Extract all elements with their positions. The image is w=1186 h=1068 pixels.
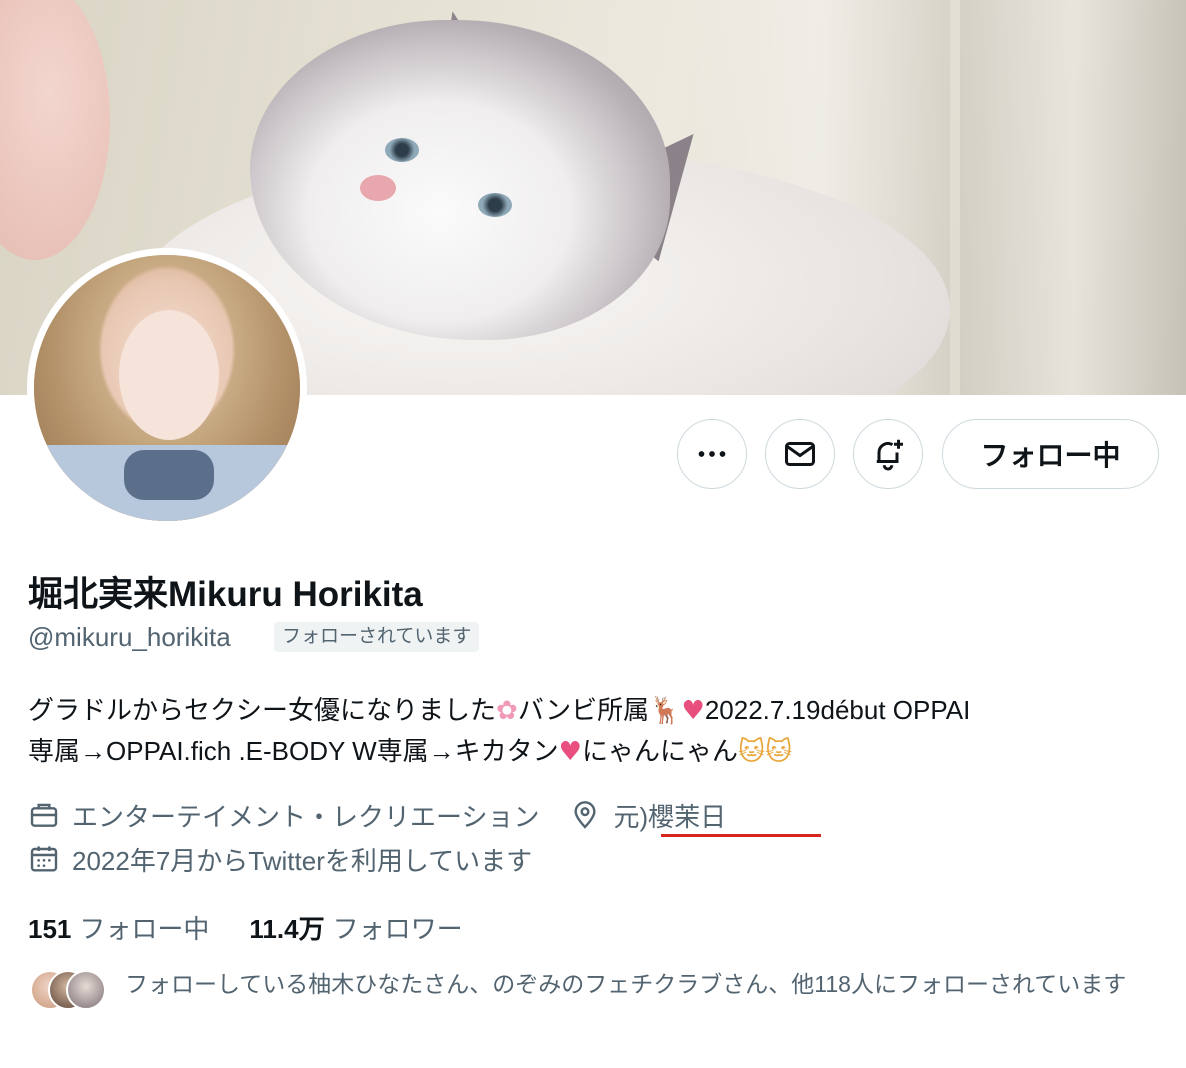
more-button[interactable]	[677, 419, 747, 489]
profile-meta-row: エンターテイメント・レクリエーション 元)櫻茉日	[28, 797, 726, 833]
banner-cat-eye	[478, 193, 512, 217]
follows-you-badge: フォローされています	[274, 622, 480, 652]
following-count: 151	[28, 914, 72, 944]
followers-stat[interactable]: 11.4万 フォロワー	[249, 909, 462, 946]
bio-line: 専属→OPPAI.fich .E-BODY W専属→キカタン♥にゃんにゃん🐱🐱	[28, 731, 1158, 772]
bell-plus-icon	[876, 439, 903, 471]
profile-category: エンターテイメント・レクリエーション	[72, 801, 540, 832]
notify-button[interactable]	[853, 419, 923, 489]
profile-location: 元)櫻茉日	[613, 801, 727, 832]
calendar-icon	[30, 846, 58, 872]
bio-text: 専属→OPPAI.fich .E-BODY W専属→キカタン	[28, 736, 559, 766]
more-horizontal-icon	[698, 451, 726, 457]
bio-line: グラドルからセクシー女優になりました✿バンビ所属🦌♥2022.7.19début…	[28, 690, 1158, 731]
banner-curtain-fold	[960, 0, 1186, 395]
follow-stats: 151 フォロー中 11.4万 フォロワー	[28, 909, 463, 946]
avatar[interactable]	[34, 255, 300, 521]
deer-icon: 🦌	[649, 696, 682, 726]
display-name: 堀北実来Mikuru Horikita	[28, 575, 423, 614]
cat-face-icon: 🐱	[737, 737, 766, 767]
mutual-avatar	[66, 970, 106, 1010]
handle: @mikuru_horikita	[28, 622, 231, 652]
profile-meta-row: 2022年7月からTwitterを利用しています	[28, 841, 532, 877]
following-button[interactable]: フォロー中	[942, 419, 1159, 489]
profile-joined-date: 2022年7月からTwitterを利用しています	[72, 845, 533, 876]
banner-cat-eye	[385, 138, 419, 162]
envelope-icon	[785, 442, 815, 466]
bio: グラドルからセクシー女優になりました✿バンビ所属🦌♥2022.7.19début…	[28, 690, 1158, 772]
annotation-underline	[661, 834, 821, 837]
mutuals-text: フォローしている柚木ひなたさん、のぞみのフェチクラブさん、他118人にフォローさ…	[125, 971, 1127, 997]
banner-arm	[0, 0, 110, 260]
following-label: フォロー中	[79, 914, 210, 944]
following-stat[interactable]: 151 フォロー中	[28, 909, 209, 946]
followers-label: フォロワー	[332, 914, 463, 944]
followers-count: 11.4万	[249, 914, 325, 944]
avatar-bow	[124, 450, 214, 500]
bio-text: 2022.7.19début OPPAI	[704, 695, 971, 725]
message-button[interactable]	[765, 419, 835, 489]
briefcase-icon	[30, 803, 58, 827]
heart-icon: ♥	[681, 696, 705, 726]
banner-cat-nose	[360, 175, 396, 201]
bio-text: グラドルからセクシー女優になりました	[28, 695, 497, 725]
location-pin-icon	[574, 801, 597, 829]
cherry-blossom-icon: ✿	[496, 696, 518, 726]
avatar-face	[119, 310, 219, 440]
bio-text: にゃんにゃん	[581, 736, 738, 766]
heart-icon: ♥	[558, 737, 582, 767]
followers-you-know[interactable]: フォローしている柚木ひなたさん、のぞみのフェチクラブさん、他118人にフォローさ…	[30, 968, 1160, 1048]
cat-face-icon: 🐱	[765, 737, 793, 767]
bio-text: バンビ所属	[517, 695, 650, 725]
